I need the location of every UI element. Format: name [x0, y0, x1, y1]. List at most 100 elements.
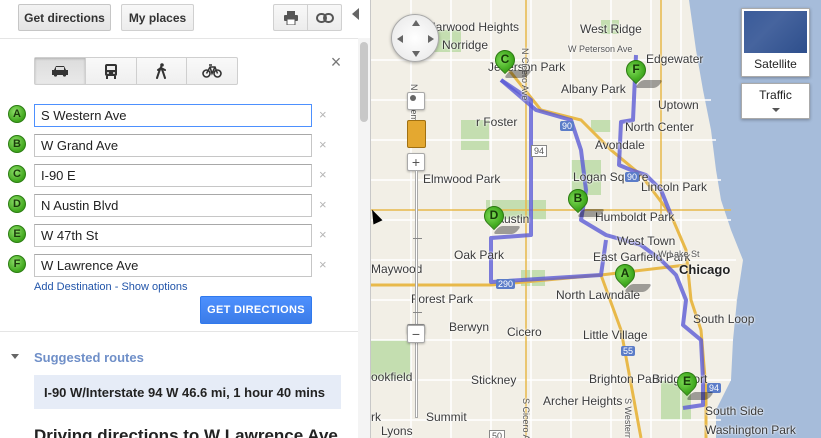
- map-label: Albany Park: [561, 82, 626, 96]
- link-button[interactable]: [307, 4, 342, 31]
- pin-letter: C: [500, 52, 510, 66]
- map-canvas[interactable]: Harwood Heights Norridge West Ridge W Pe…: [371, 0, 821, 438]
- print-icon: [283, 10, 298, 25]
- transit-icon: [104, 64, 117, 79]
- divider: [0, 331, 358, 332]
- remove-waypoint-icon[interactable]: ×: [319, 107, 327, 122]
- map-label: Berwyn: [449, 320, 490, 334]
- zoom-slider-track[interactable]: [415, 170, 418, 418]
- bicycle-icon: [202, 64, 222, 78]
- zoom-tick: [413, 238, 422, 239]
- waypoint-marker-c[interactable]: C: [8, 165, 26, 183]
- remove-waypoint-icon[interactable]: ×: [319, 137, 327, 152]
- highway-shield: 290: [496, 279, 516, 289]
- map-label: Cicero: [507, 325, 542, 339]
- transit-mode-button[interactable]: [86, 58, 137, 84]
- pan-down-icon[interactable]: [412, 51, 420, 57]
- directions-panel: Get directions My places × A S Western A…: [0, 0, 371, 438]
- bicycle-mode-button[interactable]: [187, 58, 237, 84]
- map-label: Summit: [426, 410, 467, 424]
- pin-letter: D: [489, 208, 499, 222]
- suggested-routes-header[interactable]: Suggested routes: [34, 350, 144, 365]
- get-directions-button[interactable]: GET DIRECTIONS: [200, 296, 312, 324]
- route-pin-c[interactable]: C: [490, 45, 533, 80]
- waypoint-marker-d[interactable]: D: [8, 195, 26, 213]
- waypoint-input-c[interactable]: [34, 164, 312, 187]
- map-label: Harwood Heights: [427, 20, 520, 34]
- map-label: W Peterson Ave: [568, 44, 633, 54]
- map-label: North Center: [625, 120, 694, 134]
- highway-shield: 90: [560, 121, 575, 131]
- scrollbar-thumb[interactable]: [360, 42, 368, 122]
- chevron-down-icon: [772, 108, 780, 112]
- waypoint-row: A ×: [8, 104, 333, 127]
- directions-heading: Driving directions to W Lawrence Ave: [34, 426, 338, 438]
- map-label: West Town: [617, 234, 676, 248]
- get-directions-tab[interactable]: Get directions: [18, 4, 111, 31]
- scrollbar[interactable]: [358, 38, 370, 438]
- pan-right-icon[interactable]: [428, 35, 434, 43]
- waypoint-input-b[interactable]: [34, 134, 312, 157]
- map-label: Avondale: [595, 138, 645, 152]
- waypoint-row: C ×: [8, 164, 333, 187]
- satellite-thumbnail: [744, 11, 807, 53]
- route-option[interactable]: I-90 W/Interstate 94 W 46.6 mi, 1 hour 4…: [34, 375, 341, 409]
- print-button[interactable]: [273, 4, 308, 31]
- walking-mode-button[interactable]: [137, 58, 188, 84]
- waypoint-row: E ×: [8, 224, 333, 247]
- add-destination-link[interactable]: Add Destination: [34, 281, 112, 293]
- pan-up-icon[interactable]: [412, 20, 420, 26]
- map-label: Brighton Park: [589, 372, 662, 386]
- remove-waypoint-icon[interactable]: ×: [319, 257, 327, 272]
- highway-shield: 55: [621, 346, 636, 356]
- waypoint-input-f[interactable]: [34, 254, 312, 277]
- show-options-link[interactable]: Show options: [121, 281, 187, 293]
- car-mode-button[interactable]: [35, 58, 86, 84]
- map-label: West Ridge: [580, 22, 642, 36]
- satellite-view-button[interactable]: Satellite: [741, 8, 810, 77]
- waypoint-input-e[interactable]: [34, 224, 312, 247]
- map-label: Elmwood Park: [423, 172, 501, 186]
- remove-waypoint-icon[interactable]: ×: [319, 227, 327, 242]
- waypoint-row: F ×: [8, 254, 333, 277]
- waypoint-marker-e[interactable]: E: [8, 225, 26, 243]
- pin-letter: B: [573, 191, 583, 205]
- waypoint-marker-f[interactable]: F: [8, 255, 26, 273]
- collapse-panel-icon[interactable]: [352, 8, 359, 20]
- route-pin-e[interactable]: E: [672, 367, 715, 402]
- route-pin-f[interactable]: F: [621, 55, 664, 90]
- traffic-label: Traffic: [759, 88, 792, 102]
- pan-left-icon[interactable]: [397, 35, 403, 43]
- map-label: Edgewater: [646, 52, 704, 66]
- divider: [0, 38, 358, 39]
- route-pin-b[interactable]: B: [563, 184, 606, 219]
- route-pin-a[interactable]: A: [610, 259, 653, 294]
- pegman-icon[interactable]: [407, 120, 426, 148]
- destination-links: Add Destination - Show options: [34, 281, 188, 293]
- waypoint-marker-b[interactable]: B: [8, 135, 26, 153]
- close-icon[interactable]: ×: [329, 53, 343, 71]
- waypoint-input-d[interactable]: [34, 194, 312, 217]
- remove-waypoint-icon[interactable]: ×: [319, 167, 327, 182]
- route-pin-d[interactable]: D: [479, 201, 522, 236]
- map-label: Washington Park: [705, 423, 796, 437]
- zoom-out-button[interactable]: −: [407, 325, 425, 343]
- waypoint-row: B ×: [8, 134, 333, 157]
- zoom-in-button[interactable]: +: [407, 153, 425, 171]
- my-places-tab[interactable]: My places: [121, 4, 194, 31]
- map-label: Uptown: [658, 98, 699, 112]
- waypoint-input-a[interactable]: [34, 104, 312, 127]
- map-label: rk: [371, 410, 381, 424]
- travel-mode-selector: [34, 57, 238, 85]
- pan-control[interactable]: [391, 14, 439, 62]
- location-button[interactable]: [407, 92, 425, 110]
- remove-waypoint-icon[interactable]: ×: [319, 197, 327, 212]
- pin-letter: F: [632, 62, 640, 76]
- pin-letter: A: [620, 266, 630, 280]
- map-label: South Loop: [693, 312, 755, 326]
- waypoint-marker-a[interactable]: A: [8, 105, 26, 123]
- traffic-button[interactable]: Traffic: [741, 83, 810, 119]
- map-label: S Cicero Ave: [521, 398, 531, 438]
- car-icon: [51, 66, 68, 77]
- collapse-triangle-icon[interactable]: [11, 354, 19, 359]
